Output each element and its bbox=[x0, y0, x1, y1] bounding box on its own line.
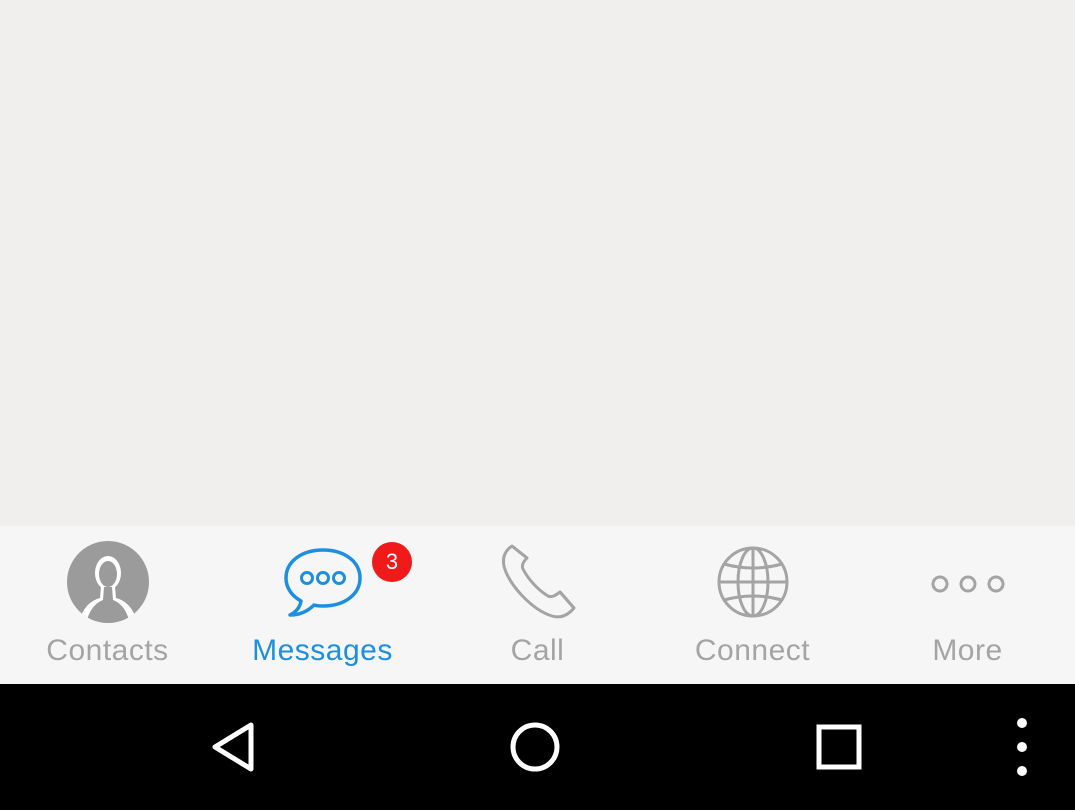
back-button[interactable] bbox=[200, 714, 266, 780]
person-icon bbox=[63, 540, 153, 624]
globe-icon bbox=[708, 540, 798, 624]
tab-connect[interactable]: Connect bbox=[645, 526, 860, 684]
recents-icon bbox=[816, 724, 862, 770]
tab-more[interactable]: More bbox=[860, 526, 1075, 684]
app-screen: Contacts 3 Messages Call Connect More bbox=[0, 0, 1075, 810]
recents-button[interactable] bbox=[806, 714, 872, 780]
tab-messages[interactable]: 3 Messages bbox=[215, 526, 430, 684]
chat-bubble-icon bbox=[278, 540, 368, 624]
more-dots-icon bbox=[923, 540, 1013, 624]
tab-label: More bbox=[932, 634, 1003, 667]
back-icon bbox=[212, 722, 254, 772]
tab-label: Contacts bbox=[46, 634, 169, 667]
unread-badge: 3 bbox=[372, 542, 412, 582]
home-icon bbox=[510, 722, 560, 772]
overflow-menu-button[interactable] bbox=[989, 714, 1055, 780]
tab-label: Connect bbox=[694, 634, 811, 667]
tab-call[interactable]: Call bbox=[430, 526, 645, 684]
messages-content-area bbox=[0, 0, 1075, 526]
tab-contacts[interactable]: Contacts bbox=[0, 526, 215, 684]
home-button[interactable] bbox=[502, 714, 568, 780]
tab-label: Call bbox=[510, 634, 565, 667]
menu-icon bbox=[1017, 718, 1027, 776]
bottom-tab-bar: Contacts 3 Messages Call Connect More bbox=[0, 526, 1075, 684]
system-navigation-bar bbox=[0, 684, 1075, 810]
phone-icon bbox=[493, 540, 583, 624]
tab-label: Messages bbox=[252, 634, 393, 667]
